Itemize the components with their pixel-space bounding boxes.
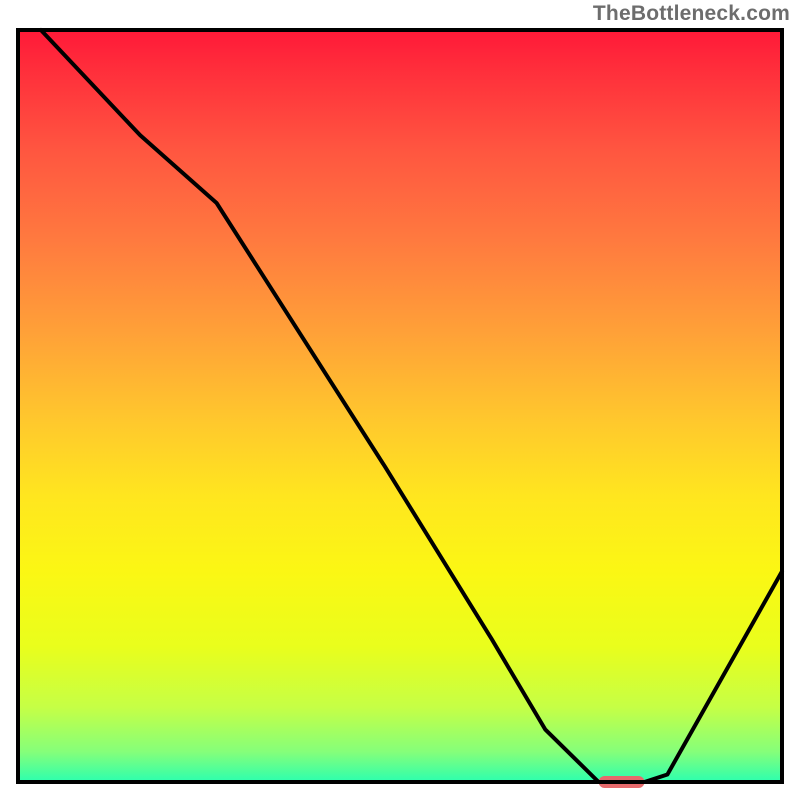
plot-background (18, 30, 782, 782)
chart-container: TheBottleneck.com (0, 0, 800, 800)
bottleneck-chart (0, 0, 800, 800)
